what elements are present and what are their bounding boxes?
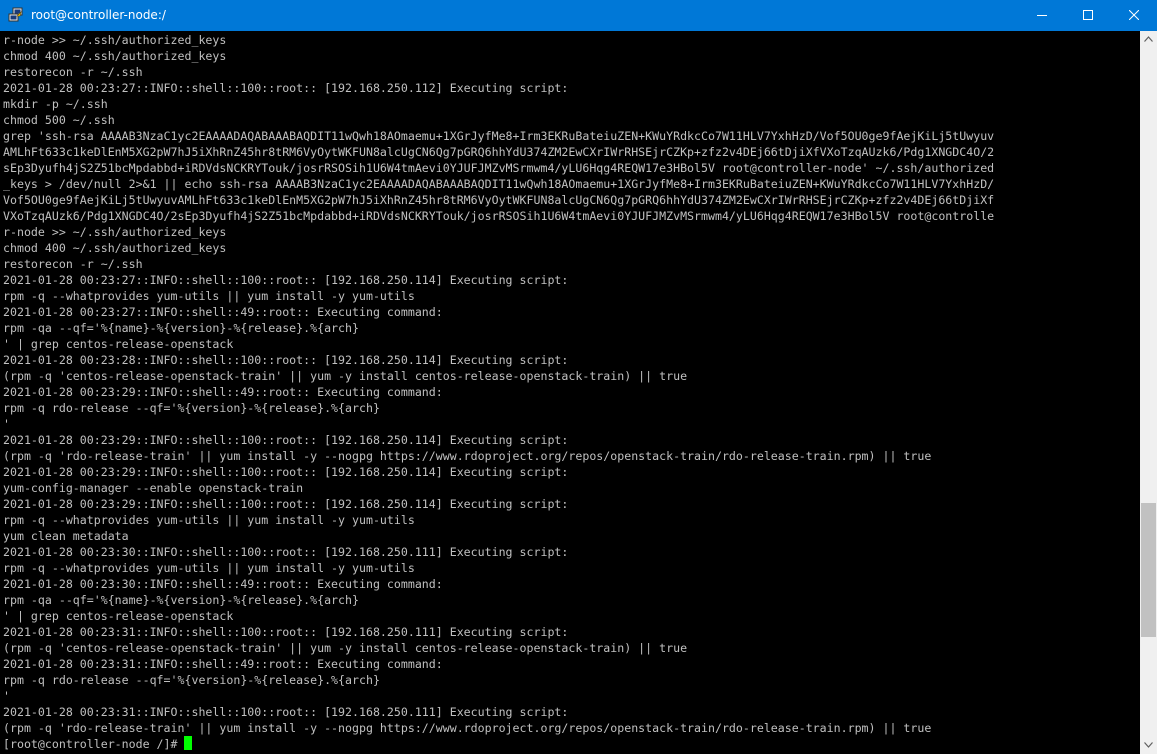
terminal-line: 2021-01-28 00:23:27::INFO::shell::100::r… bbox=[3, 273, 569, 287]
terminal-line: rpm -q --whatprovides yum-utils || yum i… bbox=[3, 289, 415, 303]
terminal-line: ' bbox=[3, 417, 10, 431]
terminal-line: chmod 400 ~/.ssh/authorized_keys bbox=[3, 49, 227, 63]
terminal-line: 2021-01-28 00:23:31::INFO::shell::100::r… bbox=[3, 705, 569, 719]
terminal-line: 2021-01-28 00:23:29::INFO::shell::100::r… bbox=[3, 433, 569, 447]
terminal-line: r-node >> ~/.ssh/authorized_keys bbox=[3, 225, 227, 239]
terminal-window: root@controller-node:/ r-node >> ~/.ssh/… bbox=[0, 0, 1157, 754]
window-title: root@controller-node:/ bbox=[31, 8, 166, 22]
terminal-line: rpm -q --whatprovides yum-utils || yum i… bbox=[3, 513, 415, 527]
terminal-line: rpm -q rdo-release --qf='%{version}-%{re… bbox=[3, 401, 380, 415]
terminal-line: 2021-01-28 00:23:30::INFO::shell::100::r… bbox=[3, 545, 569, 559]
terminal-line: 2021-01-28 00:23:31::INFO::shell::100::r… bbox=[3, 625, 569, 639]
terminal-line: sEp3Dyufh4jS2Z51bcMpdabbd+iRDVdsNCKRYTou… bbox=[3, 161, 995, 175]
minimize-button[interactable] bbox=[1019, 0, 1065, 31]
terminal-line: mkdir -p ~/.ssh bbox=[3, 97, 108, 111]
title-bar[interactable]: root@controller-node:/ bbox=[0, 0, 1157, 31]
text-cursor bbox=[184, 736, 193, 750]
terminal-line: yum-config-manager --enable openstack-tr… bbox=[3, 481, 304, 495]
maximize-button[interactable] bbox=[1065, 0, 1111, 31]
terminal-line: (rpm -q 'rdo-release-train' || yum insta… bbox=[3, 721, 932, 735]
terminal-line: (rpm -q 'centos-release-openstack-train'… bbox=[3, 369, 688, 383]
terminal-line: rpm -qa --qf='%{name}-%{version}-%{relea… bbox=[3, 593, 359, 607]
terminal-line: (rpm -q 'rdo-release-train' || yum insta… bbox=[3, 449, 932, 463]
terminal-line: rpm -qa --qf='%{name}-%{version}-%{relea… bbox=[3, 321, 359, 335]
terminal-line: ' | grep centos-release-openstack bbox=[3, 609, 234, 623]
terminal-line: rpm -q --whatprovides yum-utils || yum i… bbox=[3, 561, 415, 575]
terminal-line: restorecon -r ~/.ssh bbox=[3, 257, 143, 271]
minimize-icon bbox=[1037, 15, 1047, 16]
terminal-line: ' | grep centos-release-openstack bbox=[3, 337, 234, 351]
terminal-line: r-node >> ~/.ssh/authorized_keys bbox=[3, 33, 227, 47]
terminal-line: _keys > /dev/null 2>&1 || echo ssh-rsa A… bbox=[3, 177, 995, 191]
scroll-up-button[interactable] bbox=[1140, 31, 1157, 48]
terminal-line: 2021-01-28 00:23:27::INFO::shell::49::ro… bbox=[3, 305, 443, 319]
maximize-icon bbox=[1083, 10, 1093, 20]
prompt-line[interactable]: [root@controller-node /]# bbox=[3, 736, 1139, 752]
terminal-line: rpm -q rdo-release --qf='%{version}-%{re… bbox=[3, 673, 380, 687]
scroll-down-button[interactable] bbox=[1140, 737, 1157, 754]
terminal-line: VXoTzqAUzk6/Pdg1XNGDC4O/2sEp3Dyufh4jS2Z5… bbox=[3, 209, 995, 223]
terminal-line: 2021-01-28 00:23:29::INFO::shell::100::r… bbox=[3, 497, 569, 511]
terminal-line: 2021-01-28 00:23:28::INFO::shell::100::r… bbox=[3, 353, 569, 367]
terminal-output[interactable]: r-node >> ~/.ssh/authorized_keyschmod 40… bbox=[0, 31, 1140, 754]
terminal-line: ' bbox=[3, 689, 10, 703]
terminal-line: (rpm -q 'centos-release-openstack-train'… bbox=[3, 641, 688, 655]
chevron-down-icon bbox=[1144, 742, 1153, 748]
terminal-text: r-node >> ~/.ssh/authorized_keyschmod 40… bbox=[3, 32, 1139, 752]
chevron-up-icon bbox=[1144, 36, 1153, 42]
scrollbar-thumb[interactable] bbox=[1141, 503, 1156, 637]
terminal-line: AMLhFt633c1keDlEnM5XG2pW7hJ5iXhRnZ45hr8t… bbox=[3, 145, 995, 159]
close-icon bbox=[1129, 10, 1139, 20]
terminal-line: 2021-01-28 00:23:29::INFO::shell::49::ro… bbox=[3, 385, 443, 399]
terminal-line: grep 'ssh-rsa AAAAB3NzaC1yc2EAAAADAQABAA… bbox=[3, 129, 995, 143]
terminal-line: yum clean metadata bbox=[3, 529, 129, 543]
terminal-line: 2021-01-28 00:23:27::INFO::shell::100::r… bbox=[3, 81, 569, 95]
close-button[interactable] bbox=[1111, 0, 1157, 31]
terminal-line: 2021-01-28 00:23:31::INFO::shell::49::ro… bbox=[3, 657, 443, 671]
shell-prompt: [root@controller-node /]# bbox=[3, 737, 185, 751]
terminal-line: 2021-01-28 00:23:29::INFO::shell::100::r… bbox=[3, 465, 569, 479]
terminal-line: chmod 400 ~/.ssh/authorized_keys bbox=[3, 241, 227, 255]
putty-icon[interactable] bbox=[8, 7, 24, 23]
terminal-line: 2021-01-28 00:23:30::INFO::shell::49::ro… bbox=[3, 577, 443, 591]
vertical-scrollbar[interactable] bbox=[1140, 31, 1157, 754]
terminal-line: chmod 500 ~/.ssh bbox=[3, 113, 115, 127]
terminal-line: restorecon -r ~/.ssh bbox=[3, 65, 143, 79]
terminal-line: Vof5OU0ge9fAejKiLj5tUwyuvAMLhFt633c1keDl… bbox=[3, 193, 995, 207]
